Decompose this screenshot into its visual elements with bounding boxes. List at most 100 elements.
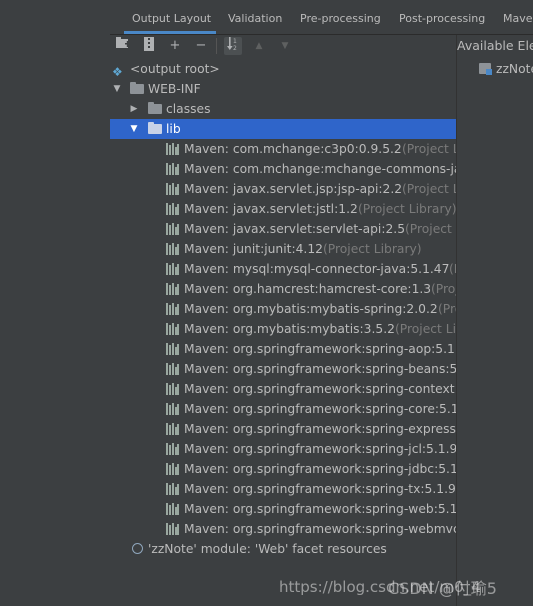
tree-row-library[interactable]: Maven: com.mchange:c3p0:0.9.5.2 (Project… bbox=[110, 139, 456, 159]
library-icon bbox=[166, 183, 179, 195]
expand-arrow-icon[interactable]: ▼ bbox=[112, 79, 122, 99]
remove-icon[interactable]: − bbox=[192, 37, 210, 55]
library-label: Maven: org.springframework:spring-jdbc:5… bbox=[184, 462, 456, 476]
tree-row-classes[interactable]: ▶ classes bbox=[110, 99, 456, 119]
sort-icon[interactable]: 12 bbox=[224, 37, 242, 55]
library-scope-label: (Project Lib bbox=[395, 322, 456, 336]
folder-icon bbox=[148, 122, 162, 134]
tab-maven[interactable]: Maven bbox=[503, 5, 533, 34]
library-label: Maven: org.mybatis:mybatis-spring:2.0.2 bbox=[184, 302, 438, 316]
classes-label: classes bbox=[166, 102, 211, 116]
tree-row-library[interactable]: Maven: org.springframework:spring-tx:5.1… bbox=[110, 479, 456, 499]
library-icon bbox=[166, 243, 179, 255]
library-icon bbox=[166, 343, 179, 355]
library-label: Maven: org.springframework:spring-beans:… bbox=[184, 362, 456, 376]
library-label: Maven: mysql:mysql-connector-java:5.1.47 bbox=[184, 262, 450, 276]
watermark-brand: CSDN @付瑜5 bbox=[388, 579, 497, 598]
library-scope-label: (Project Li bbox=[402, 182, 456, 196]
tree-row-library[interactable]: Maven: mysql:mysql-connector-java:5.1.47… bbox=[110, 259, 456, 279]
facet-resources-label: 'zzNote' module: 'Web' facet resources bbox=[148, 542, 387, 556]
tree-row-library[interactable]: Maven: javax.servlet:jstl:1.2 (Project L… bbox=[110, 199, 456, 219]
collapse-arrow-icon[interactable]: ▶ bbox=[129, 99, 139, 119]
library-icon bbox=[166, 303, 179, 315]
library-label: Maven: org.springframework:spring-core:5… bbox=[184, 402, 456, 416]
tree-row-library[interactable]: Maven: org.springframework:spring-core:5… bbox=[110, 399, 456, 419]
panel-divider[interactable] bbox=[456, 35, 457, 606]
available-module-item[interactable]: zzNote bbox=[476, 59, 533, 79]
library-label: Maven: org.springframework:spring-contex… bbox=[184, 382, 456, 396]
tree-row-web-inf[interactable]: ▼ WEB-INF bbox=[110, 79, 456, 99]
library-scope-label: (Proje bbox=[431, 282, 456, 296]
archive-icon[interactable] bbox=[140, 37, 158, 55]
tree-row-library[interactable]: Maven: org.springframework:spring-contex… bbox=[110, 379, 456, 399]
library-label: Maven: javax.servlet:jstl:1.2 bbox=[184, 202, 358, 216]
tree-row-library[interactable]: Maven: org.mybatis:mybatis-spring:2.0.2 … bbox=[110, 299, 456, 319]
library-icon bbox=[166, 283, 179, 295]
output-layout-tree: ❖ <output root> ▼ WEB-INF ▶ classes ▼ li… bbox=[110, 59, 456, 569]
web-facet-icon bbox=[132, 543, 143, 554]
library-icon bbox=[166, 263, 179, 275]
lib-label: lib bbox=[166, 122, 181, 136]
library-icon bbox=[166, 443, 179, 455]
svg-text:1: 1 bbox=[233, 38, 237, 45]
tree-row-library[interactable]: Maven: com.mchange:mchange-commons-jav bbox=[110, 159, 456, 179]
web-inf-label: WEB-INF bbox=[148, 82, 201, 96]
tree-row-lib[interactable]: ▼ lib bbox=[110, 119, 456, 139]
move-down-icon[interactable]: ▼ bbox=[276, 37, 294, 55]
output-root-icon: ❖ bbox=[112, 65, 123, 79]
library-icon bbox=[166, 463, 179, 475]
library-label: Maven: org.hamcrest:hamcrest-core:1.3 bbox=[184, 282, 432, 296]
library-icon bbox=[166, 503, 179, 515]
library-label: Maven: junit:junit:4.12 bbox=[184, 242, 323, 256]
library-icon bbox=[166, 143, 179, 155]
expand-arrow-icon[interactable]: ▼ bbox=[129, 119, 139, 139]
tab-pre-processing[interactable]: Pre-processing bbox=[300, 5, 381, 34]
library-scope-label: (Project L bbox=[402, 142, 456, 156]
svg-text:2: 2 bbox=[233, 45, 237, 51]
tree-row-facet-resources[interactable]: 'zzNote' module: 'Web' facet resources bbox=[110, 539, 456, 559]
tree-row-library[interactable]: Maven: javax.servlet.jsp:jsp-api:2.2 (Pr… bbox=[110, 179, 456, 199]
tree-row-library[interactable]: Maven: org.springframework:spring-web:5.… bbox=[110, 499, 456, 519]
library-icon bbox=[166, 483, 179, 495]
library-icon bbox=[166, 523, 179, 535]
library-icon bbox=[166, 323, 179, 335]
tree-row-library[interactable]: Maven: org.springframework:spring-jdbc:5… bbox=[110, 459, 456, 479]
library-label: Maven: org.springframework:spring-jcl:5.… bbox=[184, 442, 456, 456]
library-scope-label: (Pro bbox=[438, 302, 456, 316]
output-root-label: <output root> bbox=[130, 62, 220, 76]
library-label: Maven: org.springframework:spring-tx:5.1… bbox=[184, 482, 456, 496]
tree-row-library[interactable]: Maven: org.mybatis:mybatis:3.5.2 (Projec… bbox=[110, 319, 456, 339]
tree-row-output-root[interactable]: ❖ <output root> bbox=[110, 59, 456, 79]
library-icon bbox=[166, 363, 179, 375]
tree-row-library[interactable]: Maven: org.springframework:spring-expres… bbox=[110, 419, 456, 439]
module-label: zzNote bbox=[496, 62, 533, 76]
tree-row-library[interactable]: Maven: junit:junit:4.12 (Project Library… bbox=[110, 239, 456, 259]
tab-output-layout[interactable]: Output Layout bbox=[132, 5, 211, 34]
library-icon bbox=[166, 403, 179, 415]
tab-validation[interactable]: Validation bbox=[228, 5, 282, 34]
library-label: Maven: org.springframework:spring-expres… bbox=[184, 422, 456, 436]
active-tab-indicator bbox=[124, 31, 216, 34]
library-label: Maven: com.mchange:mchange-commons-jav bbox=[184, 162, 456, 176]
library-icon bbox=[166, 163, 179, 175]
tree-row-library[interactable]: Maven: org.hamcrest:hamcrest-core:1.3 (P… bbox=[110, 279, 456, 299]
add-icon[interactable]: + bbox=[166, 37, 184, 55]
available-elements-title: Available Elem bbox=[457, 38, 533, 53]
tree-row-library[interactable]: Maven: org.springframework:spring-aop:5.… bbox=[110, 339, 456, 359]
library-label: Maven: javax.servlet:servlet-api:2.5 bbox=[184, 222, 406, 236]
tab-post-processing[interactable]: Post-processing bbox=[399, 5, 485, 34]
library-icon bbox=[166, 423, 179, 435]
tree-row-library[interactable]: Maven: javax.servlet:servlet-api:2.5 (Pr… bbox=[110, 219, 456, 239]
library-icon bbox=[166, 223, 179, 235]
tree-row-library[interactable]: Maven: org.springframework:spring-jcl:5.… bbox=[110, 439, 456, 459]
create-directory-icon[interactable] bbox=[114, 37, 132, 55]
library-label: Maven: org.springframework:spring-web:5.… bbox=[184, 502, 456, 516]
tree-row-library[interactable]: Maven: org.springframework:spring-webmvc… bbox=[110, 519, 456, 539]
folder-icon bbox=[130, 82, 144, 94]
library-scope-label: (Project Li bbox=[405, 222, 456, 236]
tree-row-library[interactable]: Maven: org.springframework:spring-beans:… bbox=[110, 359, 456, 379]
library-scope-label: (Project Library) bbox=[358, 202, 456, 216]
library-label: Maven: javax.servlet.jsp:jsp-api:2.2 bbox=[184, 182, 403, 196]
left-gutter bbox=[0, 0, 110, 606]
move-up-icon[interactable]: ▲ bbox=[250, 37, 268, 55]
